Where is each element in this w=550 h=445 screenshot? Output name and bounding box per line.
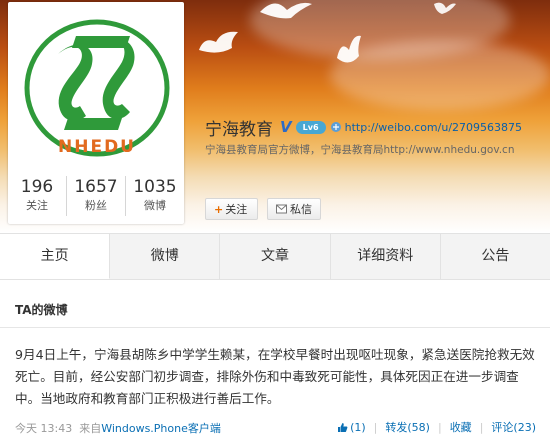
- dove-icon: [434, 2, 456, 15]
- dove-icon: [199, 31, 238, 53]
- message-label: 私信: [290, 203, 312, 216]
- stat-followers[interactable]: 1657 粉丝: [67, 176, 126, 216]
- post-source-link[interactable]: Windows.Phone客户端: [101, 422, 221, 435]
- profile-name: 宁海教育: [205, 119, 273, 140]
- tab-home[interactable]: 主页: [0, 234, 111, 279]
- link-icon: [330, 122, 341, 132]
- separator: |: [479, 420, 484, 434]
- post-actions: (1) | 转发(58) | 收藏 | 评论(23): [337, 419, 536, 435]
- nhedu-logo[interactable]: NHEDU: [18, 6, 176, 164]
- follow-button[interactable]: + 关注: [205, 198, 258, 220]
- source-prefix: 来自: [79, 422, 102, 435]
- dove-icon: [260, 2, 312, 19]
- level-badge[interactable]: Lv6: [295, 120, 326, 134]
- repost-link[interactable]: 转发(58): [385, 419, 430, 435]
- like-count[interactable]: (1): [350, 421, 366, 434]
- dove-icon: [337, 35, 361, 63]
- profile-intro: 宁海县教育局官方微博，宁海县教育局http://www.nhedu.gov.cn: [205, 144, 515, 156]
- tab-details[interactable]: 详细资料: [331, 234, 441, 279]
- comment-link[interactable]: 评论(23): [491, 419, 536, 435]
- plus-icon: +: [214, 203, 224, 216]
- post-time[interactable]: 今天 13:43: [15, 422, 72, 435]
- logo-text: NHEDU: [58, 137, 136, 157]
- profile-stats: 196 关注 1657 粉丝 1035 微博: [8, 176, 184, 216]
- post-meta: 今天 13:43 来自Windows.Phone客户端: [15, 420, 221, 436]
- message-button[interactable]: 私信: [267, 198, 321, 220]
- feed-title: TA的微博: [15, 303, 68, 317]
- stat-number: 1657: [74, 177, 118, 197]
- post-text: 9月4日上午，宁海县胡陈乡中学学生赖某，在学校早餐时出现呕吐现象，紧急送医院抢救…: [15, 347, 535, 406]
- separator: |: [373, 420, 378, 434]
- profile-card: NHEDU 196 关注 1657 粉丝 1035 微博: [8, 2, 184, 224]
- tab-articles[interactable]: 文章: [220, 234, 331, 279]
- tab-announcements[interactable]: 公告: [441, 234, 550, 279]
- verified-v-icon[interactable]: V: [280, 118, 292, 136]
- favorite-link[interactable]: 收藏: [450, 419, 472, 435]
- stat-number: 196: [20, 177, 54, 197]
- profile-url-link[interactable]: http://weibo.com/u/2709563875: [345, 121, 522, 134]
- thumbs-up-icon[interactable]: [337, 422, 348, 433]
- profile-name-row: 宁海教育 V Lv6 http://weibo.com/u/2709563875: [205, 116, 522, 140]
- divider: [0, 327, 550, 328]
- profile-tabs: 主页 微博 文章 详细资料 公告: [0, 233, 550, 280]
- stat-label: 粉丝: [85, 199, 107, 212]
- stat-number: 1035: [133, 177, 177, 197]
- separator: |: [437, 420, 442, 434]
- stat-label: 关注: [26, 199, 48, 212]
- tab-weibo[interactable]: 微博: [110, 234, 221, 279]
- stat-following[interactable]: 196 关注: [8, 176, 67, 216]
- stat-posts[interactable]: 1035 微博: [126, 176, 184, 216]
- stat-label: 微博: [144, 199, 166, 212]
- follow-label: 关注: [225, 203, 248, 216]
- envelope-icon: [276, 204, 287, 214]
